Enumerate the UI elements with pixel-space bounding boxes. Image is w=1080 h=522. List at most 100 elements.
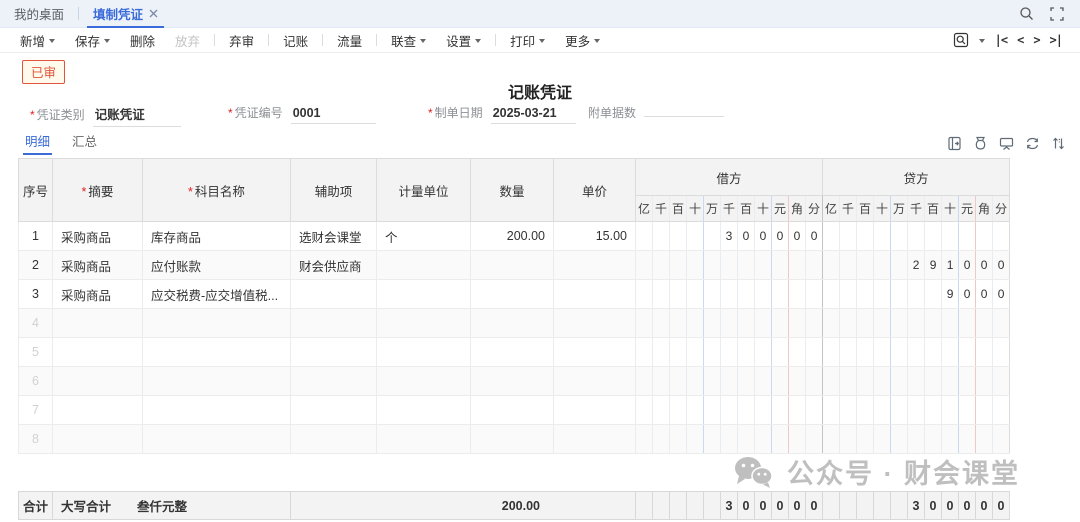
- credit-digit-cell[interactable]: [857, 280, 874, 309]
- debit-digit-cell[interactable]: [687, 280, 704, 309]
- cell-unit[interactable]: [377, 396, 471, 425]
- debit-digit-cell[interactable]: [636, 425, 653, 454]
- cell-unit[interactable]: [377, 280, 471, 309]
- cell-unit[interactable]: 个: [377, 222, 471, 251]
- credit-digit-cell[interactable]: 0: [959, 280, 976, 309]
- cell-aux[interactable]: 财会供应商: [291, 251, 377, 280]
- cell-unit[interactable]: [377, 251, 471, 280]
- credit-digit-cell[interactable]: [908, 367, 925, 396]
- print-button[interactable]: 打印: [500, 28, 555, 52]
- credit-digit-cell[interactable]: 1: [942, 251, 959, 280]
- credit-digit-cell[interactable]: 0: [976, 280, 993, 309]
- money-bag-icon[interactable]: [973, 136, 988, 151]
- credit-digit-cell[interactable]: [959, 367, 976, 396]
- debit-digit-cell[interactable]: [721, 367, 738, 396]
- row-number[interactable]: 6: [19, 367, 53, 396]
- row-number[interactable]: 1: [19, 222, 53, 251]
- cell-account[interactable]: [143, 367, 291, 396]
- cell-unit[interactable]: [377, 309, 471, 338]
- debit-digit-cell[interactable]: [636, 222, 653, 251]
- debit-digit-cell[interactable]: [704, 309, 721, 338]
- credit-digit-cell[interactable]: [891, 251, 908, 280]
- debit-digit-cell[interactable]: [653, 425, 670, 454]
- cell-qty[interactable]: [471, 367, 554, 396]
- credit-digit-cell[interactable]: [840, 251, 857, 280]
- debit-digit-cell[interactable]: [755, 367, 772, 396]
- debit-digit-cell[interactable]: [789, 425, 806, 454]
- credit-digit-cell[interactable]: [925, 309, 942, 338]
- credit-digit-cell[interactable]: [942, 309, 959, 338]
- debit-digit-cell[interactable]: [670, 309, 687, 338]
- debit-digit-cell[interactable]: [670, 251, 687, 280]
- cell-price[interactable]: [554, 338, 636, 367]
- credit-digit-cell[interactable]: [925, 222, 942, 251]
- more-button[interactable]: 更多: [555, 28, 610, 52]
- debit-digit-cell[interactable]: [636, 309, 653, 338]
- debit-digit-cell[interactable]: [653, 222, 670, 251]
- last-record-icon[interactable]: >|: [1050, 33, 1062, 47]
- debit-digit-cell[interactable]: [636, 280, 653, 309]
- cell-price[interactable]: [554, 251, 636, 280]
- debit-digit-cell[interactable]: [687, 251, 704, 280]
- cell-account[interactable]: 应付账款: [143, 251, 291, 280]
- debit-digit-cell[interactable]: [755, 309, 772, 338]
- unaudit-button[interactable]: 弃审: [219, 28, 264, 52]
- tab-summary[interactable]: 汇总: [72, 131, 97, 155]
- credit-digit-cell[interactable]: [823, 367, 840, 396]
- debit-digit-cell[interactable]: [670, 338, 687, 367]
- cell-qty[interactable]: [471, 396, 554, 425]
- settings-button[interactable]: 设置: [436, 28, 491, 52]
- debit-digit-cell[interactable]: [636, 251, 653, 280]
- credit-digit-cell[interactable]: [942, 396, 959, 425]
- credit-digit-cell[interactable]: [857, 338, 874, 367]
- debit-digit-cell[interactable]: [806, 280, 823, 309]
- credit-digit-cell[interactable]: [857, 396, 874, 425]
- chevron-down-icon[interactable]: [979, 39, 985, 43]
- credit-digit-cell[interactable]: [976, 338, 993, 367]
- credit-digit-cell[interactable]: 0: [959, 251, 976, 280]
- debit-digit-cell[interactable]: [670, 396, 687, 425]
- debit-digit-cell[interactable]: 0: [738, 222, 755, 251]
- credit-digit-cell[interactable]: [993, 222, 1010, 251]
- credit-digit-cell[interactable]: [925, 396, 942, 425]
- debit-digit-cell[interactable]: [772, 338, 789, 367]
- cell-summary[interactable]: [53, 396, 143, 425]
- cell-summary[interactable]: [53, 367, 143, 396]
- debit-digit-cell[interactable]: [772, 367, 789, 396]
- credit-digit-cell[interactable]: [823, 280, 840, 309]
- credit-digit-cell[interactable]: [891, 280, 908, 309]
- debit-digit-cell[interactable]: [721, 309, 738, 338]
- debit-digit-cell[interactable]: [670, 367, 687, 396]
- debit-digit-cell[interactable]: [721, 251, 738, 280]
- cell-price[interactable]: 15.00: [554, 222, 636, 251]
- debit-digit-cell[interactable]: [755, 338, 772, 367]
- credit-digit-cell[interactable]: [874, 367, 891, 396]
- debit-digit-cell[interactable]: [789, 338, 806, 367]
- credit-digit-cell[interactable]: [976, 222, 993, 251]
- credit-digit-cell[interactable]: [976, 425, 993, 454]
- credit-digit-cell[interactable]: [908, 309, 925, 338]
- debit-digit-cell[interactable]: [721, 425, 738, 454]
- debit-digit-cell[interactable]: [687, 367, 704, 396]
- debit-digit-cell[interactable]: [789, 280, 806, 309]
- debit-digit-cell[interactable]: [755, 396, 772, 425]
- search-icon[interactable]: [1019, 6, 1034, 21]
- credit-digit-cell[interactable]: [993, 338, 1010, 367]
- next-record-icon[interactable]: >: [1033, 33, 1039, 47]
- credit-digit-cell[interactable]: [908, 396, 925, 425]
- credit-digit-cell[interactable]: 9: [942, 280, 959, 309]
- debit-digit-cell[interactable]: [789, 396, 806, 425]
- credit-digit-cell[interactable]: [942, 425, 959, 454]
- cell-account[interactable]: 库存商品: [143, 222, 291, 251]
- credit-digit-cell[interactable]: [874, 338, 891, 367]
- cell-qty[interactable]: [471, 280, 554, 309]
- attachments-input[interactable]: [644, 113, 724, 117]
- cell-account[interactable]: 应交税费-应交增值税...: [143, 280, 291, 309]
- cell-price[interactable]: [554, 425, 636, 454]
- credit-digit-cell[interactable]: [976, 396, 993, 425]
- row-number[interactable]: 2: [19, 251, 53, 280]
- debit-digit-cell[interactable]: [772, 280, 789, 309]
- debit-digit-cell[interactable]: [806, 309, 823, 338]
- debit-digit-cell[interactable]: 0: [772, 222, 789, 251]
- debit-digit-cell[interactable]: [704, 222, 721, 251]
